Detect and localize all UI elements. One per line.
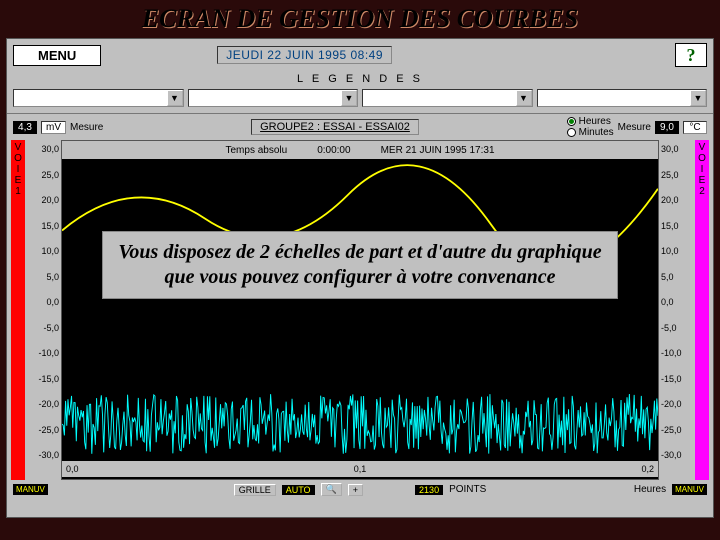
right-unit: °C [683,121,707,134]
menu-button[interactable]: MENU [13,45,101,66]
temps-label: Temps absolu [225,145,287,156]
left-unit: mV [41,121,66,134]
chart-plot[interactable]: Temps absolu 0:00:00 MER 21 JUIN 1995 17… [61,140,659,480]
legend-header: L E G E N D E S [7,71,713,87]
group-name: GROUPE2 : ESSAI - ESSAI02 [251,119,419,135]
right-value: 9,0 [655,121,679,134]
left-mesure-label: Mesure [70,122,103,133]
voie2-label: VOIE2 [695,140,709,480]
overlay-message: Vous disposez de 2 échelles de part et d… [102,231,618,299]
points-label: POINTS [449,484,486,495]
manuv-right: MANUV [672,484,707,495]
t0-label: 0:00:00 [317,145,350,156]
plot-header: Temps absolu 0:00:00 MER 21 JUIN 1995 17… [62,141,658,159]
chevron-down-icon: ▼ [516,90,532,106]
left-value: 4,3 [13,121,37,134]
datetime-display: JEUDI 22 JUIN 1995 08:49 [217,46,392,64]
date-label: MER 21 JUIN 1995 17:31 [381,145,495,156]
zoom-icon[interactable]: 🔍 [321,483,342,496]
radio-heures-label: Heures [579,116,611,127]
radio-heures[interactable] [567,117,576,126]
manuv-left: MANUV [13,484,48,495]
legend-dropdown-row: ▼ ▼ ▼ ▼ [7,87,713,114]
chevron-down-icon: ▼ [341,90,357,106]
radio-minutes-label: Minutes [579,127,614,138]
grille-button[interactable]: GRILLE [234,484,276,496]
points-value: 2130 [415,485,443,495]
voie1-label: VOIE1 [11,140,25,480]
main-panel: MENU JEUDI 22 JUIN 1995 08:49 ? L E G E … [6,38,714,518]
y-axis-left: 30,025,020,015,010,05,00,0-5,0-10,0-15,0… [25,140,61,480]
help-button[interactable]: ? [675,43,707,67]
x-unit-label: Heures [492,484,666,495]
radio-minutes[interactable] [567,128,576,137]
voie1-curve [62,389,658,459]
x-axis: 0,00,10,2 [62,461,658,477]
auto-field[interactable]: AUTO [282,485,315,495]
page-title: ECRAN DE GESTION DES COURBES [0,0,720,38]
legend-dropdown-1[interactable]: ▼ [13,89,184,107]
time-unit-radio-group: Heures Minutes [567,116,614,138]
right-mesure-label: Mesure [618,122,651,133]
chevron-down-icon: ▼ [167,90,183,106]
legend-dropdown-3[interactable]: ▼ [362,89,533,107]
legend-dropdown-4[interactable]: ▼ [537,89,708,107]
y-axis-right: 30,025,020,015,010,05,00,0-5,0-10,0-15,0… [659,140,695,480]
chevron-down-icon: ▼ [690,90,706,106]
zoom-plus-button[interactable]: + [348,484,363,496]
legend-dropdown-2[interactable]: ▼ [188,89,359,107]
